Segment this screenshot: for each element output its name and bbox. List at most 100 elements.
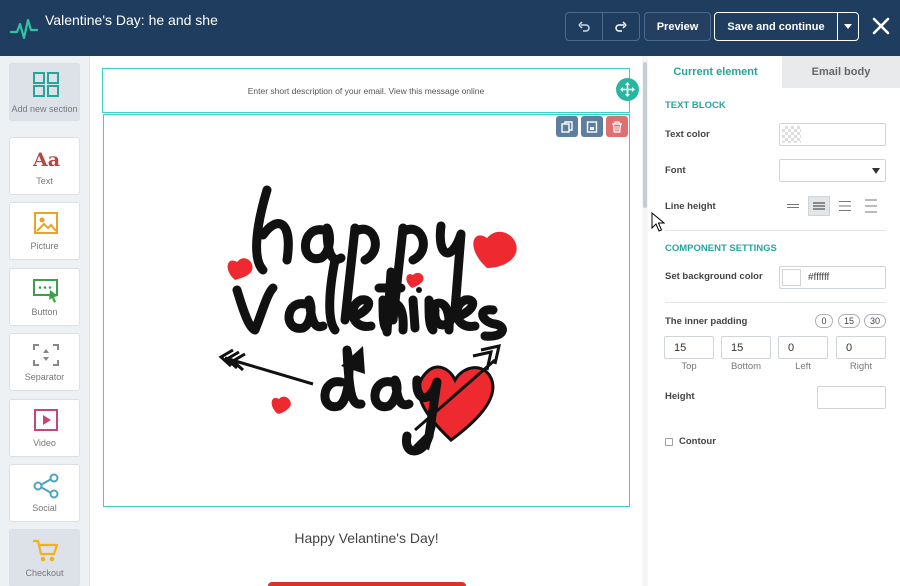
padding-right-label: Right — [849, 361, 873, 372]
picture-icon — [34, 212, 58, 234]
social-icon — [33, 473, 59, 499]
padding-top-label: Top — [681, 361, 697, 372]
padding-top-input[interactable]: 15 — [664, 336, 714, 359]
bg-color-value: #ffffff — [808, 272, 830, 283]
line-height-tight[interactable] — [782, 196, 804, 216]
preheader-block[interactable]: Enter short description of your email. V… — [102, 68, 630, 113]
happy-valentines-day-artwork — [218, 185, 517, 456]
inner-padding-label: The inner padding — [665, 316, 748, 327]
add-section-tool[interactable]: Add new section — [9, 63, 80, 121]
preview-button[interactable]: Preview — [644, 12, 711, 41]
height-label: Height — [665, 391, 695, 402]
separator-icon — [33, 344, 59, 366]
chevron-down-icon — [872, 168, 880, 174]
line-height-tight-icon — [787, 204, 799, 208]
line-height-extra[interactable] — [860, 196, 882, 216]
close-button[interactable] — [870, 13, 892, 39]
font-label: Font — [665, 165, 686, 176]
text-icon: Aa — [32, 149, 60, 171]
line-height-normal[interactable] — [808, 196, 830, 216]
height-input[interactable] — [817, 386, 886, 409]
heart-shape — [473, 231, 517, 268]
transparent-swatch — [782, 126, 801, 143]
tool-label: Text — [36, 176, 53, 186]
copy-icon — [561, 120, 573, 133]
mouse-cursor-icon — [651, 212, 665, 232]
heart-shape — [406, 272, 424, 288]
greeting-text[interactable]: Happy Velantine's Day! — [103, 530, 630, 546]
save-block-button[interactable] — [581, 116, 603, 137]
separator-tool[interactable]: Separator — [9, 333, 80, 391]
button-tool[interactable]: Button — [9, 268, 80, 326]
move-handle[interactable] — [616, 78, 639, 101]
undo-icon — [578, 20, 590, 32]
redo-icon — [615, 20, 627, 32]
text-tool[interactable]: Aa Text — [9, 137, 80, 195]
video-tool[interactable]: Video — [9, 399, 80, 457]
canvas-scroll-thumb[interactable] — [643, 62, 647, 208]
cart-icon — [33, 539, 59, 562]
close-icon — [872, 17, 890, 35]
line-height-normal-icon — [813, 202, 825, 210]
settings-panel: Current element Email body TEXT BLOCK Te… — [649, 56, 900, 586]
delete-block-button[interactable] — [606, 116, 628, 137]
duplicate-block-button[interactable] — [556, 116, 578, 137]
checkout-tool[interactable]: Checkout — [9, 529, 80, 586]
line-height-wide[interactable] — [834, 196, 856, 216]
pulse-logo-icon — [10, 18, 38, 40]
text-color-label: Text color — [665, 129, 710, 140]
picture-tool[interactable]: Picture — [9, 202, 80, 260]
tool-label: Picture — [30, 241, 59, 251]
cta-button[interactable] — [268, 582, 466, 586]
contour-label: Contour — [679, 436, 716, 447]
add-section-icon — [33, 72, 59, 97]
text-block-title: TEXT BLOCK — [665, 100, 726, 111]
chevron-down-icon — [844, 24, 852, 29]
color-swatch — [782, 269, 801, 286]
padding-right-input[interactable]: 0 — [836, 336, 886, 359]
tool-label: Button — [31, 307, 58, 317]
line-height-extra-icon — [865, 199, 877, 213]
component-settings-title: COMPONENT SETTINGS — [665, 243, 777, 254]
text-color-field[interactable] — [779, 123, 886, 146]
svg-text:Aa: Aa — [32, 149, 60, 171]
padding-left-input[interactable]: 0 — [778, 336, 828, 359]
padding-bottom-label: Bottom — [730, 361, 762, 372]
dot-shape — [416, 287, 422, 293]
social-tool[interactable]: Social — [9, 464, 80, 522]
save-module-icon — [586, 120, 598, 133]
preheader-text: Enter short description of your email. V… — [247, 85, 485, 96]
campaign-title: Valentine's Day: he and she — [45, 12, 218, 28]
tab-email-body[interactable]: Email body — [782, 56, 900, 88]
tool-label: Video — [33, 438, 56, 448]
section-divider — [665, 302, 886, 303]
redo-button[interactable] — [602, 13, 639, 40]
move-arrows-icon — [620, 82, 635, 97]
section-divider — [665, 230, 886, 231]
line-height-wide-icon — [839, 201, 851, 211]
top-bar: Valentine's Day: he and she Preview Save… — [0, 0, 900, 56]
video-icon — [34, 409, 58, 431]
tab-current-element[interactable]: Current element — [649, 56, 782, 88]
button-icon — [33, 279, 58, 303]
tool-label: Social — [32, 503, 57, 513]
bg-color-field[interactable]: #ffffff — [779, 266, 886, 289]
tool-label: Checkout — [25, 568, 64, 578]
font-select[interactable] — [779, 159, 886, 182]
contour-checkbox[interactable] — [665, 438, 673, 446]
save-and-continue-button[interactable]: Save and continue — [714, 12, 838, 41]
trash-icon — [612, 120, 622, 133]
padding-left-label: Left — [795, 361, 811, 372]
history-controls — [565, 12, 640, 41]
padding-preset-0[interactable]: 0 — [815, 314, 833, 328]
line-height-label: Line height — [665, 201, 716, 212]
padding-preset-30[interactable]: 30 — [864, 314, 886, 328]
padding-preset-15[interactable]: 15 — [838, 314, 860, 328]
padding-bottom-input[interactable]: 15 — [721, 336, 771, 359]
tool-label: Separator — [24, 372, 65, 382]
save-options-dropdown[interactable] — [837, 12, 859, 41]
undo-button[interactable] — [566, 13, 602, 40]
heart-shape — [271, 396, 291, 414]
panel-tabs: Current element Email body — [649, 56, 900, 88]
arrow-shape — [218, 348, 314, 386]
